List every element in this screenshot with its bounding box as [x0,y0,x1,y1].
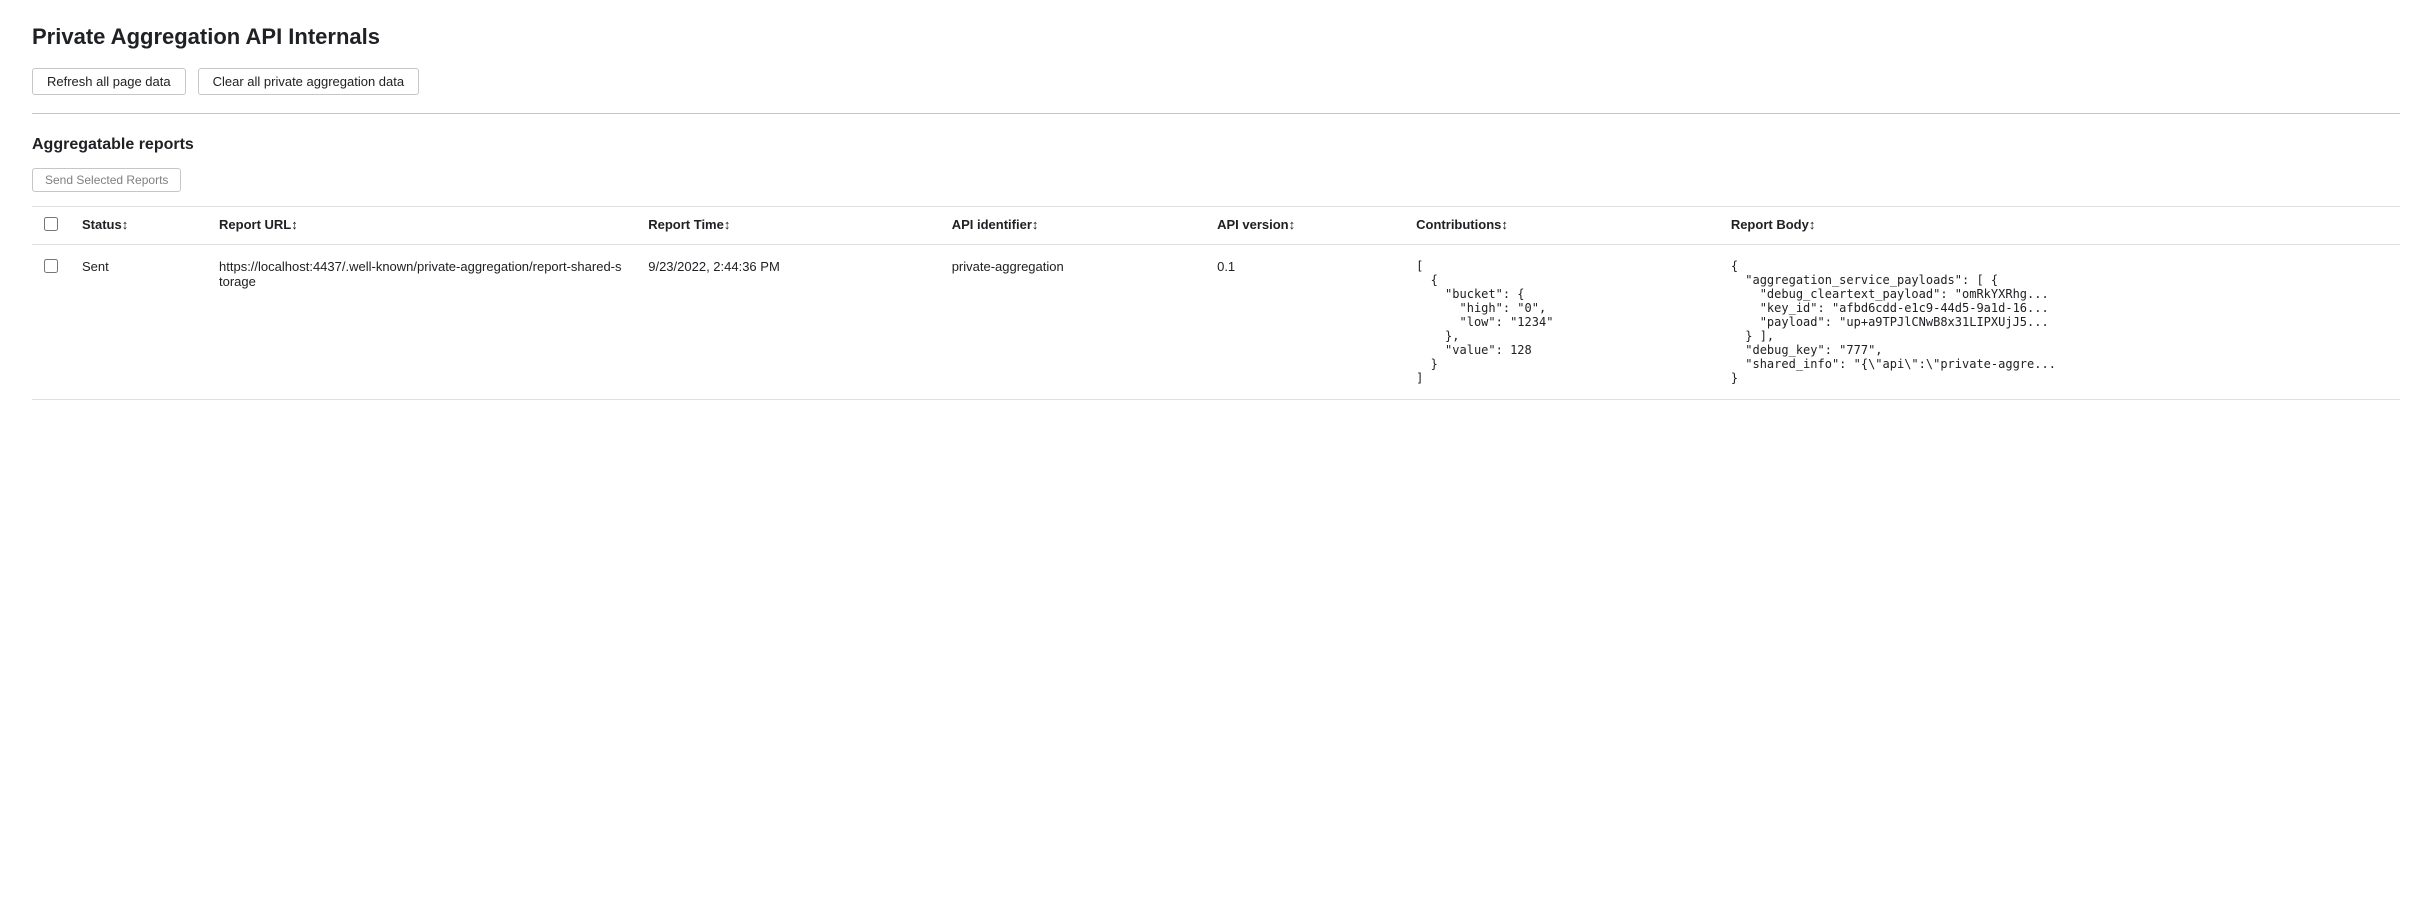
cell-report-time: 9/23/2022, 2:44:36 PM [636,245,939,400]
table-row: Senthttps://localhost:4437/.well-known/p… [32,245,2400,400]
cell-api-version: 0.1 [1205,245,1404,400]
clear-button[interactable]: Clear all private aggregation data [198,68,420,95]
header-api-version[interactable]: API version↕ [1205,207,1404,245]
divider [32,113,2400,114]
cell-api-identifier: private-aggregation [940,245,1205,400]
cell-report-body: { "aggregation_service_payloads": [ { "d… [1719,245,2400,400]
table-header-row: Status↕ Report URL↕ Report Time↕ API ide… [32,207,2400,245]
row-checkbox[interactable] [44,259,58,273]
header-report-body[interactable]: Report Body↕ [1719,207,2400,245]
header-contributions[interactable]: Contributions↕ [1404,207,1719,245]
header-checkbox-col [32,207,70,245]
select-all-checkbox[interactable] [44,217,58,231]
header-status[interactable]: Status↕ [70,207,207,245]
header-report-url[interactable]: Report URL↕ [207,207,636,245]
reports-table: Status↕ Report URL↕ Report Time↕ API ide… [32,206,2400,400]
cell-status: Sent [70,245,207,400]
header-report-time[interactable]: Report Time↕ [636,207,939,245]
header-api-identifier[interactable]: API identifier↕ [940,207,1205,245]
cell-contributions: [ { "bucket": { "high": "0", "low": "123… [1404,245,1719,400]
refresh-button[interactable]: Refresh all page data [32,68,186,95]
send-selected-button[interactable]: Send Selected Reports [32,168,181,192]
top-buttons-container: Refresh all page data Clear all private … [32,68,2400,95]
page-title: Private Aggregation API Internals [32,24,2400,50]
section-title: Aggregatable reports [32,136,2400,154]
cell-report-url: https://localhost:4437/.well-known/priva… [207,245,636,400]
